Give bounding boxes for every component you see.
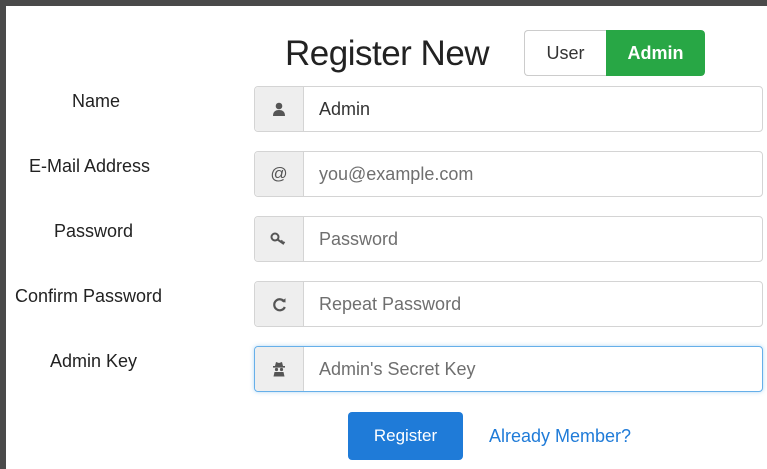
confirm-password-input[interactable] <box>304 282 762 326</box>
admin-key-input[interactable] <box>304 347 762 391</box>
spy-icon <box>255 347 304 391</box>
at-icon: @ <box>255 152 304 196</box>
name-label: Name <box>72 91 121 111</box>
header: Register New User Admin <box>6 6 767 86</box>
refresh-icon <box>255 282 304 326</box>
confirm-password-label: Confirm Password <box>15 286 163 306</box>
name-row: Name <box>6 86 767 132</box>
register-button[interactable]: Register <box>348 412 463 460</box>
key-icon <box>255 217 304 261</box>
email-label: E-Mail Address <box>29 156 151 176</box>
admin-key-row: Admin Key <box>6 346 767 392</box>
name-input[interactable] <box>304 87 762 131</box>
confirm-password-input-group <box>254 281 763 327</box>
admin-key-label: Admin Key <box>50 351 138 371</box>
confirm-password-row: Confirm Password <box>6 281 767 327</box>
email-row: E-Mail Address @ <box>6 151 767 197</box>
already-member-link[interactable]: Already Member? <box>489 426 631 447</box>
admin-key-input-group <box>254 346 763 392</box>
form-actions: Register Already Member? <box>6 412 767 462</box>
password-input[interactable] <box>304 217 762 261</box>
password-input-group <box>254 216 763 262</box>
role-toggle: User Admin <box>524 30 705 76</box>
name-input-group <box>254 86 763 132</box>
password-row: Password <box>6 216 767 262</box>
registration-panel: Register New User Admin Name E-Mail Addr… <box>6 6 767 469</box>
user-icon <box>255 87 304 131</box>
role-user-button[interactable]: User <box>524 30 606 76</box>
email-input-group: @ <box>254 151 763 197</box>
page-title: Register New <box>285 34 490 73</box>
email-input[interactable] <box>304 152 762 196</box>
role-admin-button[interactable]: Admin <box>606 30 705 76</box>
password-label: Password <box>54 221 134 241</box>
